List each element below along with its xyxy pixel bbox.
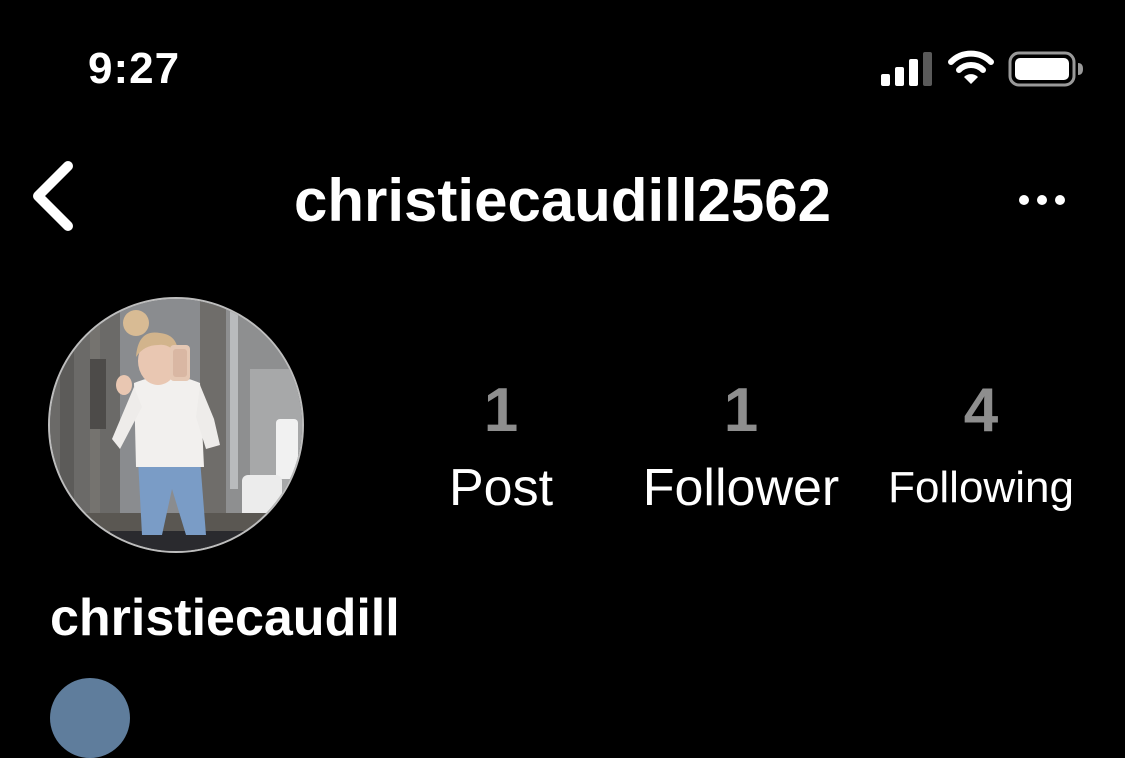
- stat-following[interactable]: 4 Following: [870, 378, 1092, 518]
- followed-by-row[interactable]: [50, 676, 950, 758]
- stat-following-count: 4: [963, 376, 999, 445]
- stat-following-label: Following: [888, 463, 1074, 512]
- status-bar-time: 9:27: [88, 44, 181, 93]
- profile-username-title: christiecaudill2562: [294, 167, 831, 234]
- stat-followers-count: 1: [723, 376, 759, 445]
- stat-posts-count: 1: [483, 376, 519, 445]
- followed-by-avatar: [50, 678, 130, 758]
- battery-icon: [1008, 51, 1083, 87]
- cellular-signal-icon: [881, 52, 932, 86]
- more-horizontal-icon: [1019, 195, 1065, 205]
- stat-posts[interactable]: 1 Post: [421, 378, 581, 518]
- avatar-photo: [50, 299, 302, 551]
- stat-followers[interactable]: 1 Follower: [630, 378, 852, 518]
- profile-avatar[interactable]: [48, 297, 304, 553]
- more-options-button[interactable]: [1018, 192, 1066, 208]
- profile-display-name: christiecaudill: [50, 589, 400, 647]
- stat-posts-label: Post: [448, 459, 554, 517]
- stat-followers-label: Follower: [642, 459, 840, 517]
- wifi-icon: [948, 50, 994, 84]
